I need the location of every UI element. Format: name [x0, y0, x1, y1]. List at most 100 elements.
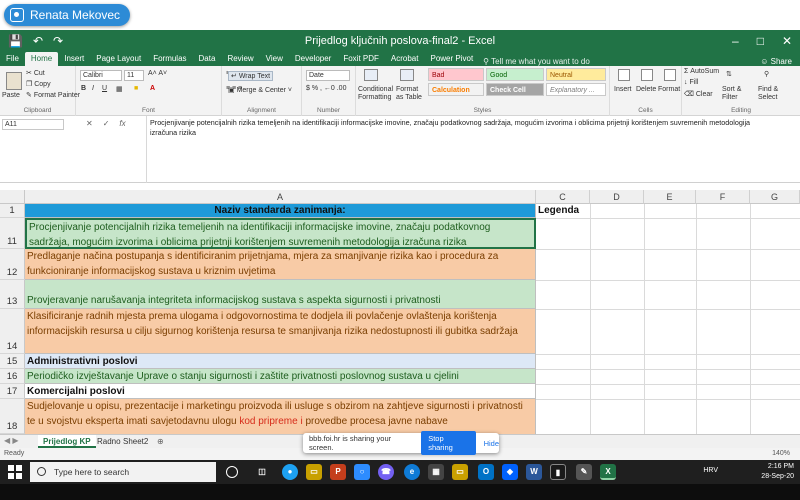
autosum-button[interactable]: Σ AutoSum [684, 68, 719, 75]
style-neutral[interactable]: Neutral [546, 68, 606, 81]
cut-button[interactable]: ✂ Cut [26, 69, 45, 77]
taskbar-search[interactable]: Type here to search [30, 462, 216, 482]
close-icon[interactable]: ✕ [782, 34, 792, 48]
insert-cells-icon[interactable] [618, 69, 630, 81]
tab-review[interactable]: Review [221, 52, 259, 66]
merge-center-button[interactable]: ▣ Merge & Center ˅ [228, 86, 292, 94]
conditional-formatting-icon[interactable] [364, 69, 378, 81]
sheet-tab-prijedlog[interactable]: Prijedlog KP [38, 435, 96, 448]
row-header[interactable]: 13 [0, 280, 25, 309]
style-good[interactable]: Good [486, 68, 544, 81]
minimize-icon[interactable]: – [732, 34, 739, 48]
terminal-icon[interactable]: ▮ [550, 464, 566, 480]
format-cells-button[interactable]: Format [658, 86, 680, 93]
column-header-g[interactable]: G [750, 190, 800, 204]
tab-developer[interactable]: Developer [289, 52, 337, 66]
style-bad[interactable]: Bad [428, 68, 484, 81]
powerpoint-icon[interactable]: P [330, 464, 346, 480]
tab-home[interactable]: Home [24, 52, 59, 66]
cell-a18[interactable]: Sudjelovanje u opisu, prezentacije i mar… [25, 399, 536, 434]
cell-a17[interactable]: Komercijalni poslovi [25, 384, 536, 399]
tab-view[interactable]: View [260, 52, 289, 66]
row-header[interactable]: 1 [0, 204, 25, 218]
presenter-badge[interactable]: Renata Mekovec [4, 4, 131, 26]
format-painter-button[interactable]: ✎ Format Painter [26, 91, 80, 99]
cell-a12[interactable]: Predlaganje načina postupanja s identifi… [25, 249, 536, 280]
column-header-f[interactable]: F [696, 190, 750, 204]
row-header[interactable]: 18 [0, 399, 25, 434]
cell-a15[interactable]: Administrativni poslovi [25, 354, 536, 369]
word-icon[interactable]: W [526, 464, 542, 480]
tab-page-layout[interactable]: Page Layout [90, 52, 147, 66]
edge-icon[interactable]: e [404, 464, 420, 480]
paste-icon[interactable] [6, 72, 22, 90]
zoom-level[interactable]: 140% [772, 448, 790, 460]
sheet-tab-sheet2[interactable]: Sheet2 [118, 435, 153, 448]
legend-header[interactable]: Legenda [538, 205, 579, 216]
sheet-nav-arrows[interactable]: ◀ ▶ [4, 436, 19, 445]
copy-button[interactable]: ❐ Copy [26, 80, 51, 88]
outlook-icon[interactable]: O [478, 464, 494, 480]
explorer-icon[interactable]: ▭ [306, 464, 322, 480]
font-color-icon[interactable]: A [150, 85, 155, 92]
wrap-text-button[interactable]: ↵ Wrap Text [228, 71, 274, 81]
style-check-cell[interactable]: Check Cell [486, 83, 544, 96]
cell-a13[interactable]: Provjeravanje narušavanja integriteta in… [25, 280, 536, 309]
row-header[interactable]: 11 [0, 218, 25, 249]
clock[interactable]: 2:16 PM 28-Sep-20 [761, 462, 794, 482]
tab-formulas[interactable]: Formulas [147, 52, 192, 66]
fill-button[interactable]: ↓ Fill [684, 79, 698, 86]
cell-a14[interactable]: Klasificiranje radnih mjesta prema uloga… [25, 309, 536, 354]
column-header-a[interactable]: A [25, 190, 536, 204]
cancel-icon[interactable]: ✕ [86, 119, 93, 128]
row-header[interactable]: 14 [0, 309, 25, 354]
delete-cells-button[interactable]: Delete [636, 86, 656, 93]
formula-input[interactable]: Procjenjivanje potencijalnih rizika teme… [150, 118, 770, 138]
undo-icon[interactable]: ↶ [33, 34, 43, 48]
row-header[interactable]: 15 [0, 354, 25, 369]
clear-button[interactable]: ⌫ Clear [684, 90, 713, 98]
style-explanatory[interactable]: Explanatory ... [546, 83, 606, 96]
excel-icon[interactable]: X [600, 464, 616, 480]
chrome-icon[interactable]: ● [282, 464, 298, 480]
format-as-table-icon[interactable] [400, 69, 414, 81]
find-select-button[interactable]: Find & Select [758, 86, 790, 101]
tab-data[interactable]: Data [193, 52, 222, 66]
insert-cells-button[interactable]: Insert [614, 86, 632, 93]
dropbox-icon[interactable]: ◆ [502, 464, 518, 480]
format-as-table-button[interactable]: Format as Table [396, 86, 426, 101]
find-select-icon[interactable]: ⚲ [764, 70, 769, 78]
cortana-icon[interactable] [226, 466, 238, 478]
redo-icon[interactable]: ↷ [53, 34, 63, 48]
bold-button[interactable]: B [81, 85, 86, 92]
font-name-select[interactable]: Calibri [80, 70, 122, 81]
font-grow-icon[interactable]: A˄ A˅ [148, 70, 167, 77]
name-box[interactable]: A11 [2, 119, 64, 130]
borders-icon[interactable]: ▦ [116, 85, 123, 93]
tab-acrobat[interactable]: Acrobat [385, 52, 425, 66]
delete-cells-icon[interactable] [641, 69, 653, 81]
folder-icon[interactable]: ▭ [452, 464, 468, 480]
number-format-select[interactable]: Date [306, 70, 350, 81]
viber-icon[interactable]: ☎ [378, 464, 394, 480]
sort-filter-icon[interactable]: ⇅ [726, 70, 732, 78]
fill-color-icon[interactable]: ■ [134, 85, 138, 92]
cell-a1[interactable]: Naziv standarda zanimanja: [25, 204, 536, 218]
row-header[interactable]: 17 [0, 384, 25, 399]
column-header-c[interactable]: C [536, 190, 590, 204]
share-button[interactable]: ☺ Share [760, 57, 800, 66]
tell-me-search[interactable]: ⚲ Tell me what you want to do [483, 57, 590, 66]
tab-foxit-pdf[interactable]: Foxit PDF [337, 52, 385, 66]
paint-icon[interactable]: ✎ [576, 464, 592, 480]
tab-insert[interactable]: Insert [58, 52, 90, 66]
function-icon[interactable]: fx [119, 119, 125, 128]
language-indicator[interactable]: HRV [703, 467, 718, 474]
select-all-corner[interactable] [0, 190, 25, 204]
row-header[interactable]: 12 [0, 249, 25, 280]
task-view-icon[interactable]: ◫ [254, 464, 270, 480]
cell-a11[interactable]: Procjenjivanje potencijalnih rizika teme… [25, 218, 536, 249]
row-header[interactable]: 16 [0, 369, 25, 384]
tab-power-pivot[interactable]: Power Pivot [424, 52, 479, 66]
cell-a16[interactable]: Periodičko izvještavanje Uprave o stanju… [25, 369, 536, 384]
italic-button[interactable]: I [92, 85, 94, 92]
